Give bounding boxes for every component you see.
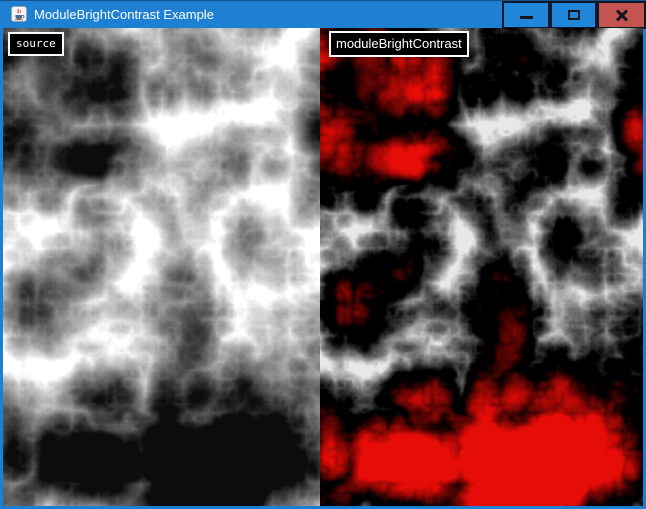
module-output-canvas: [320, 28, 643, 506]
source-image-canvas: [3, 28, 320, 506]
window-title: ModuleBrightContrast Example: [34, 1, 502, 28]
minimize-button[interactable]: [502, 1, 550, 29]
close-button[interactable]: [597, 1, 646, 29]
module-output-panel: moduleBrightContrast: [320, 28, 643, 506]
java-coffee-icon: [11, 6, 27, 22]
source-image-panel: source: [3, 28, 320, 506]
app-window: ModuleBrightContrast Example source modu…: [0, 0, 646, 509]
close-icon: [615, 9, 629, 22]
image-viewer-content: source moduleBrightContrast: [3, 28, 643, 506]
minimize-icon: [520, 16, 533, 19]
module-output-label: moduleBrightContrast: [329, 31, 469, 57]
source-image-label: source: [8, 32, 64, 56]
window-controls: [502, 1, 646, 29]
maximize-button[interactable]: [550, 1, 597, 29]
maximize-icon: [568, 10, 580, 20]
titlebar[interactable]: ModuleBrightContrast Example: [0, 0, 646, 28]
